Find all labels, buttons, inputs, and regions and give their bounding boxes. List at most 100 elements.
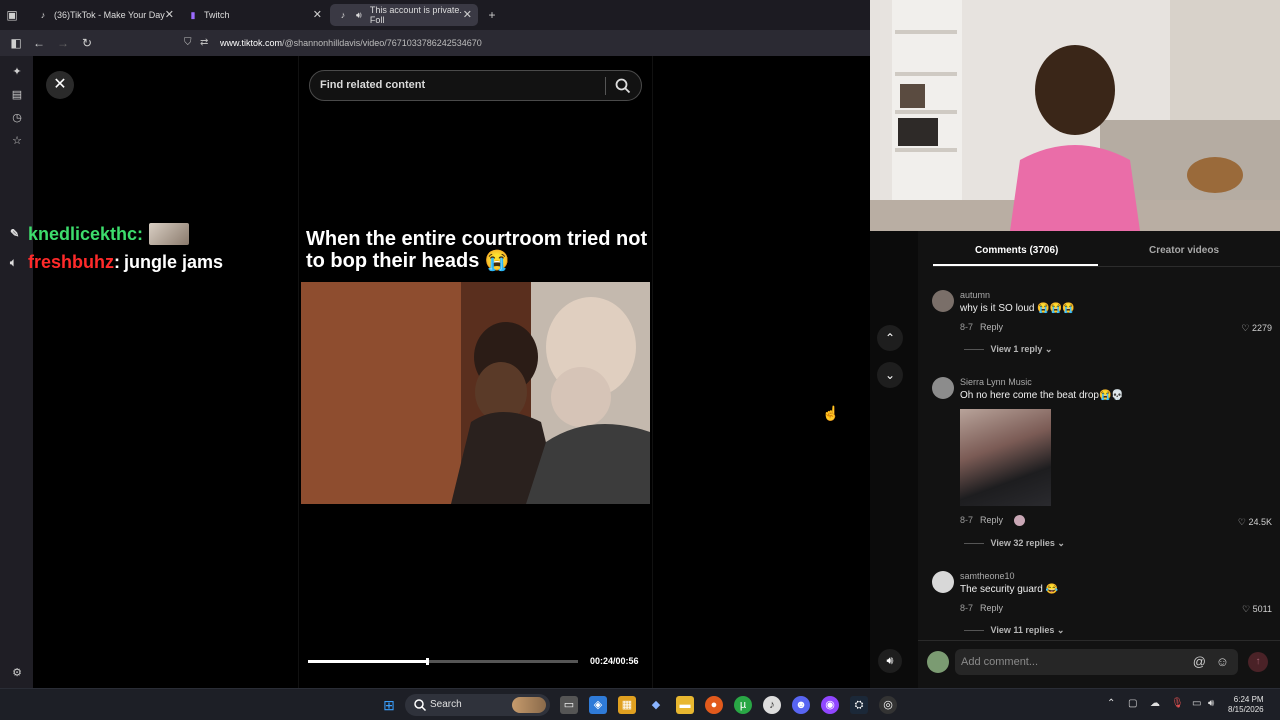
tab-twitch[interactable]: ▮ Twitch ✕ [180,4,328,26]
emoji-icon[interactable]: ☺ [1216,654,1229,669]
heart-icon[interactable]: ♡ [1241,323,1249,333]
network-icon[interactable]: ▭ [1192,698,1201,709]
windows-start-icon[interactable]: ⊞ [380,696,398,714]
comment-text: The security guard 😂 [960,584,1059,595]
view-replies-button[interactable]: View 11 replies ⌄ [964,625,1065,636]
tab-overview-icon[interactable]: ▣ [4,7,20,23]
app-icon[interactable]: ◆ [647,696,665,714]
ai-sparkle-icon[interactable]: ✦ [9,64,25,80]
like-count[interactable]: ♡ 24.5K [1238,517,1272,528]
chat-line: ✎ knedlicekthc : [10,223,190,245]
new-tab-icon[interactable]: + [484,7,500,23]
discord-icon[interactable]: ☻ [792,696,810,714]
chrome-icon[interactable]: ◎ [879,696,897,714]
volume-icon[interactable]: 🔊︎ [1208,698,1214,709]
chat-username: freshbuhz [28,252,115,272]
mention-icon[interactable]: @ [1193,654,1206,669]
browser-nav-bar: ◧ ← → ↻ ⛉ ⇄ www.tiktok.com/@shannonhilld… [0,30,870,56]
add-comment-input[interactable]: Add comment... @ ☺ [955,649,1238,675]
volume-button[interactable]: 🔊︎ [878,649,902,673]
avatar[interactable] [932,290,954,312]
comment-image[interactable] [960,409,1051,506]
bookmarks-icon[interactable]: ☆ [9,133,25,149]
next-video-button[interactable]: ⌄ [877,362,903,388]
search-icon [414,699,427,712]
video-frame[interactable] [301,282,650,504]
comment-author[interactable]: Sierra Lynn Music [960,377,1032,387]
tab-tiktok-video[interactable]: ♪ 🔊︎ This account is private. Foll ✕ [330,4,478,26]
browser-tab-bar: ▣ ♪ (36)TikTok - Make Your Day ✕ ▮ Twitc… [0,0,870,30]
comments-panel: Comments (3706) Creator videos autumn wh… [918,231,1280,688]
file-explorer-icon[interactable]: ▬ [676,696,694,714]
heart-icon[interactable]: ♡ [1242,604,1250,614]
comment-date: 8-7 [960,322,974,332]
sidebar-toggle-icon[interactable]: ◧ [8,35,24,51]
utorrent-icon[interactable]: µ [734,696,752,714]
video-time: 00:24/00:56 [590,656,639,666]
close-icon[interactable]: ✕ [313,8,322,21]
reply-button[interactable]: Reply [980,322,1003,332]
progress-fill [308,660,427,663]
tray-cloud-icon[interactable]: ☁ [1150,698,1160,709]
like-count[interactable]: ♡ 2279 [1241,323,1272,334]
url-bar[interactable]: ⛉ ⇄ www.tiktok.com/@shannonhilldavis/vid… [176,33,866,53]
avatar[interactable] [932,377,954,399]
chevron-down-icon: ⌄ [1044,344,1053,354]
steam-icon[interactable]: ⛭ [850,696,868,714]
forward-icon[interactable]: → [55,35,71,51]
browser-sidebar: ✦ ▤ ◷ ☆ ⚙ [0,56,33,688]
windows-taskbar: ⊞ Search ▭ ◈ ▦ ◆ ▬ ● µ ♪ ☻ ◉ ⛭ ◎ ⌃ ▢ ☁ 🎙… [0,688,1280,720]
previous-video-button[interactable]: ⌃ [877,325,903,351]
sync-tabs-icon[interactable]: ▤ [9,87,25,103]
task-view-icon[interactable]: ▭ [560,696,578,714]
close-icon[interactable]: ✕ [463,8,472,21]
find-related-search[interactable]: Find related content [309,70,642,101]
taskbar-clock[interactable]: 6:24 PM 8/15/2026 [1228,695,1264,715]
permissions-icon[interactable]: ⇄ [200,33,208,53]
tab-comments[interactable]: Comments (3706) [975,245,1058,256]
webcam-image [870,0,1280,231]
store-icon[interactable]: ▦ [618,696,636,714]
music-icon[interactable]: ♪ [763,696,781,714]
comment-item: samtheone10 The security guard 😂 8-7 Repl… [932,571,1276,641]
comment-meta: 8-7 Reply [960,603,1003,613]
progress-handle[interactable] [425,658,429,665]
firefox-icon[interactable]: ● [705,696,723,714]
shield-icon[interactable]: ⛉ [184,33,192,53]
comment-author[interactable]: samtheone10 [960,571,1015,581]
view-replies-label: View 11 replies [990,625,1055,635]
mouse-cursor-icon: ☝ [822,405,840,421]
history-icon[interactable]: ◷ [9,110,25,126]
tiktok-icon: ♪ [340,10,346,20]
current-user-avatar[interactable] [927,651,949,673]
tab-creator-videos[interactable]: Creator videos [1149,245,1219,256]
settings-gear-icon[interactable]: ⚙ [9,665,25,681]
close-video-button[interactable]: ✕ [46,71,74,99]
reload-icon[interactable]: ↻ [79,35,95,51]
comment-meta: 8-7 Reply [960,322,1003,332]
search-icon[interactable] [614,77,632,95]
tab-tiktok-home[interactable]: ♪ (36)TikTok - Make Your Day ✕ [30,4,180,26]
avatar[interactable] [932,571,954,593]
back-icon[interactable]: ← [31,35,47,51]
tray-app-icon[interactable]: ▢ [1128,698,1137,709]
comment-item: Sierra Lynn Music Oh no here come the be… [932,377,1276,557]
heart-icon[interactable]: ♡ [1238,517,1246,527]
obs-icon[interactable]: ◉ [821,696,839,714]
like-count[interactable]: ♡ 5011 [1242,604,1272,615]
comment-text: why is it SO loud 😭😭😭 [960,303,1075,314]
close-icon[interactable]: ✕ [165,8,174,21]
video-progress-bar[interactable] [308,658,578,665]
search-placeholder: Find related content [320,79,426,91]
microphone-icon[interactable]: 🎙︎ [1171,698,1184,709]
view-replies-button[interactable]: View 32 replies ⌄ [964,538,1065,549]
view-replies-button[interactable]: View 1 reply ⌄ [964,344,1053,355]
reply-button[interactable]: Reply [980,515,1003,525]
comment-author[interactable]: autumn [960,290,990,300]
taskbar-search[interactable]: Search [405,694,550,716]
post-comment-button[interactable]: ↑ [1248,652,1268,672]
copilot-icon[interactable]: ◈ [589,696,607,714]
tray-expand-icon[interactable]: ⌃ [1107,698,1115,709]
speaker-icon[interactable]: 🔊︎ [354,10,364,20]
reply-button[interactable]: Reply [980,603,1003,613]
